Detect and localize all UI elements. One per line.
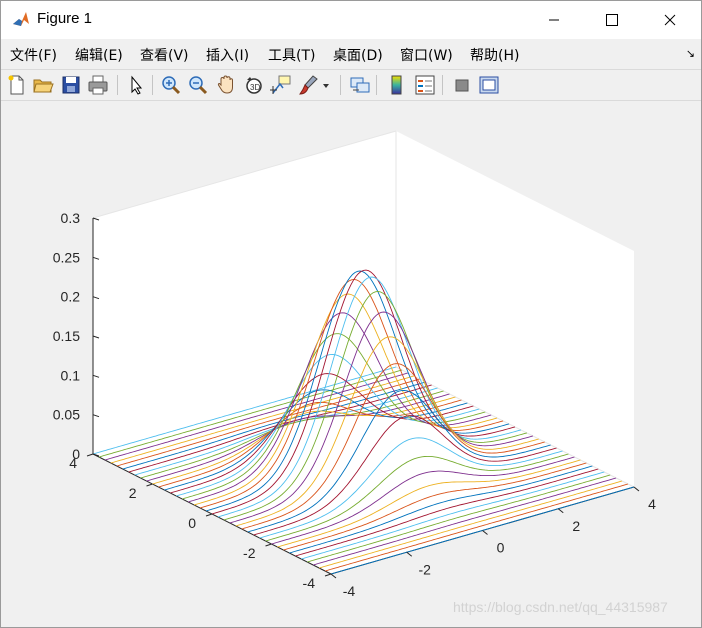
z-tick-label: 0.3 (61, 210, 81, 226)
toolbar-separator (442, 75, 443, 95)
x-tick-label: -4 (343, 583, 356, 599)
data-cursor-icon[interactable] (270, 74, 292, 96)
figure-canvas[interactable]: 0 0.05 0.1 0.15 0.2 0.25 0.3 4 2 0 -2 -4 -4 -2 0 2 4 (1, 101, 701, 627)
window-title: Figure 1 (37, 10, 93, 27)
svg-text:3D: 3D (250, 83, 260, 92)
y-tick-mark (146, 483, 153, 487)
close-button[interactable] (647, 1, 693, 39)
new-figure-icon[interactable] (6, 74, 28, 96)
maximize-icon (606, 14, 618, 26)
colorbar-icon[interactable] (386, 74, 408, 96)
legend-icon[interactable] (414, 74, 436, 96)
figure-window: Figure 1 文件(F) 编辑(E) 查看(V) 插入(I) 工具(T) 桌… (0, 0, 702, 628)
x-tick-label: 2 (572, 518, 580, 534)
toolbar-separator (117, 75, 118, 95)
x-tick-mark (406, 551, 413, 557)
brush-icon[interactable] (298, 74, 320, 96)
y-tick-label: 4 (69, 455, 77, 471)
x-tick-mark (330, 573, 337, 579)
toolbar-separator (340, 75, 341, 95)
x-tick-mark (633, 486, 640, 492)
menu-help[interactable]: 帮助(H) (470, 45, 519, 65)
figure-toolbar: 3D (1, 69, 701, 101)
toolbar-separator (152, 75, 153, 95)
y-tick-label: -4 (303, 575, 316, 591)
x-tick-mark (482, 530, 488, 535)
z-tick-label: 0.2 (61, 289, 81, 305)
y-tick-mark (324, 573, 332, 577)
link-plot-icon[interactable] (349, 74, 371, 96)
menu-insert[interactable]: 插入(I) (206, 45, 249, 65)
toolbar-separator (376, 75, 377, 95)
minimize-button[interactable] (531, 1, 577, 39)
y-tick-label: 0 (188, 515, 196, 531)
open-file-icon[interactable] (32, 74, 54, 96)
print-icon[interactable] (87, 74, 109, 96)
z-tick-label: 0.15 (53, 328, 80, 344)
pan-hand-icon[interactable] (215, 74, 237, 96)
z-tick-label: 0.1 (61, 367, 81, 383)
zoom-out-icon[interactable] (187, 74, 209, 96)
maximize-button[interactable] (589, 1, 635, 39)
brush-dropdown-icon[interactable] (322, 83, 330, 89)
title-bar: Figure 1 (1, 1, 701, 39)
menu-desktop[interactable]: 桌面(D) (333, 45, 383, 65)
menu-tools[interactable]: 工具(T) (268, 45, 315, 65)
watermark-text: https://blog.csdn.net/qq_44315987 (453, 599, 668, 615)
save-icon[interactable] (60, 74, 82, 96)
pointer-icon[interactable] (125, 74, 147, 96)
menu-dock-arrow-icon[interactable]: ↘ (686, 47, 695, 60)
x-tick-label: 4 (648, 496, 656, 512)
zoom-in-icon[interactable] (160, 74, 182, 96)
matlab-logo-icon (11, 10, 31, 30)
menu-edit[interactable]: 编辑(E) (75, 45, 123, 65)
z-tick-label: 0.25 (53, 249, 80, 265)
rotate-3d-icon[interactable]: 3D (243, 74, 265, 96)
x-tick-label: 0 (497, 540, 505, 556)
x-tick-label: -2 (419, 561, 432, 577)
y-tick-mark (86, 453, 94, 457)
menu-view[interactable]: 查看(V) (140, 45, 189, 65)
z-tick-label: 0.05 (53, 407, 80, 423)
show-plot-tools-icon[interactable] (478, 74, 500, 96)
x-tick-mark (557, 508, 564, 514)
y-tick-mark (265, 543, 272, 547)
y-tick-label: 2 (129, 485, 137, 501)
y-tick-mark (205, 513, 213, 517)
y-tick-label: -2 (243, 545, 256, 561)
3d-mesh-plot[interactable]: 00.050.10.150.20.250.3420-2-4 -4-2024 (1, 101, 701, 627)
close-icon (664, 14, 676, 26)
hide-plot-tools-icon[interactable] (451, 74, 473, 96)
minimize-icon (549, 19, 559, 21)
menu-file[interactable]: 文件(F) (10, 45, 57, 65)
menu-window[interactable]: 窗口(W) (400, 45, 453, 65)
menu-bar: 文件(F) 编辑(E) 查看(V) 插入(I) 工具(T) 桌面(D) 窗口(W… (1, 41, 701, 65)
